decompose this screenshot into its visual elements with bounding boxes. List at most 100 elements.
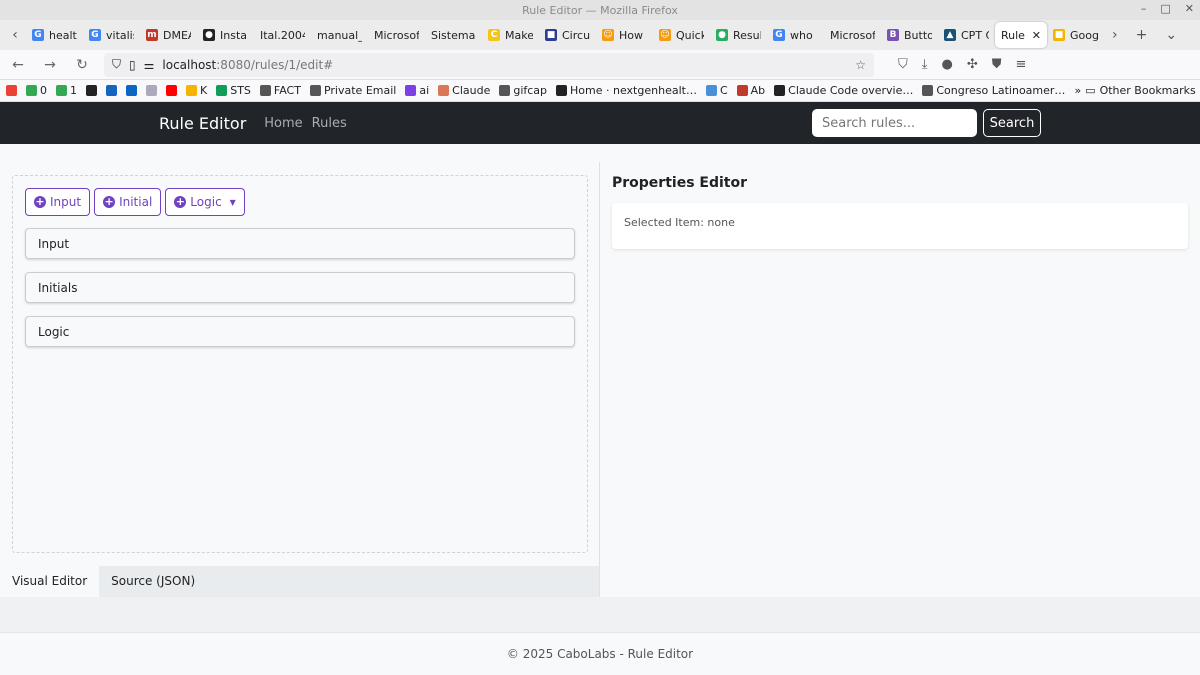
browser-tab[interactable]: ■ Circul bbox=[539, 22, 596, 48]
bookmark-favicon-icon bbox=[126, 85, 137, 96]
browser-tab[interactable]: ● Insta bbox=[197, 22, 254, 48]
chevron-double-right-icon[interactable]: » bbox=[1074, 84, 1081, 97]
bookmark-item[interactable] bbox=[166, 84, 177, 97]
browser-tab[interactable]: ☺ How bbox=[596, 22, 653, 48]
section-initials[interactable]: Initials bbox=[25, 272, 575, 303]
profile-icon[interactable]: ● bbox=[942, 57, 953, 72]
reload-icon[interactable]: ↻ bbox=[72, 57, 92, 73]
bookmark-label: Home · nextgenhealt… bbox=[570, 84, 697, 97]
bookmark-item[interactable] bbox=[6, 84, 17, 97]
brand-link[interactable]: Rule Editor bbox=[159, 114, 246, 133]
new-tab-icon[interactable]: + bbox=[1136, 27, 1148, 43]
back-icon[interactable]: ← bbox=[8, 57, 28, 73]
bookmark-item[interactable] bbox=[106, 84, 117, 97]
list-tabs-icon[interactable]: ⌄ bbox=[1165, 27, 1177, 43]
browser-tab[interactable]: ☺ Quick bbox=[653, 22, 710, 48]
browser-tab-label: Quick bbox=[676, 28, 704, 42]
url-host: localhost bbox=[162, 57, 217, 72]
browser-tab-label: How bbox=[619, 28, 643, 42]
tab-source-json[interactable]: Source (JSON) bbox=[99, 566, 207, 597]
nav-home-link[interactable]: Home bbox=[264, 116, 302, 131]
browser-tab[interactable]: Microsof bbox=[824, 22, 881, 48]
bookmark-label: C bbox=[719, 84, 728, 97]
favicon-icon: G bbox=[773, 29, 785, 41]
browser-tab-label: Goog bbox=[1070, 28, 1098, 42]
close-window-icon[interactable]: ✕ bbox=[1185, 2, 1194, 15]
tab-scroll-right-icon[interactable]: › bbox=[1112, 27, 1118, 43]
search-button[interactable]: Search bbox=[983, 109, 1041, 137]
section-logic[interactable]: Logic bbox=[25, 316, 575, 347]
download-icon[interactable]: ⤓ bbox=[922, 57, 928, 72]
shield-icon[interactable]: ⛉ bbox=[112, 57, 121, 72]
browser-tab[interactable]: Gwho bbox=[767, 22, 824, 48]
visual-editor-panel: + Input + Initial + Logic ▼ Input Initials L… bbox=[0, 162, 600, 597]
extensions-icon[interactable]: ✣ bbox=[967, 57, 978, 72]
bookmark-item[interactable]: Private Email bbox=[309, 84, 396, 97]
browser-tab[interactable]: B Butto bbox=[881, 22, 938, 48]
bookmark-item[interactable]: ai bbox=[405, 84, 429, 97]
bookmark-item[interactable] bbox=[126, 84, 137, 97]
browser-tab[interactable]: C Make bbox=[482, 22, 539, 48]
page-footer: © 2025 CaboLabs - Rule Editor bbox=[0, 632, 1200, 675]
bookmark-label: 0 bbox=[40, 84, 47, 97]
menu-icon[interactable]: ≡ bbox=[1016, 57, 1027, 72]
close-tab-icon[interactable]: ✕ bbox=[1032, 29, 1041, 42]
bookmark-label: gifcap bbox=[513, 84, 548, 97]
bookmark-label: Claude Code overvie… bbox=[788, 84, 914, 97]
bookmark-item[interactable] bbox=[86, 84, 97, 97]
app-navbar: Rule Editor Home Rules Search bbox=[0, 102, 1200, 144]
add-input-button[interactable]: + Input bbox=[25, 188, 91, 216]
window-titlebar: Rule Editor — Mozilla Firefox – □ ✕ bbox=[0, 0, 1200, 20]
bookmark-item[interactable]: Ab bbox=[736, 84, 765, 97]
forward-icon[interactable]: → bbox=[40, 57, 60, 73]
browser-tab[interactable]: ● Resul bbox=[710, 22, 767, 48]
maximize-icon[interactable]: □ bbox=[1160, 2, 1170, 15]
bookmark-label: K bbox=[200, 84, 208, 97]
browser-tab[interactable]: Sistema bbox=[425, 22, 482, 48]
bookmark-item[interactable]: 1 bbox=[56, 84, 77, 97]
bookmark-item[interactable]: gifcap bbox=[499, 84, 547, 97]
minimize-icon[interactable]: – bbox=[1141, 2, 1147, 15]
section-input[interactable]: Input bbox=[25, 228, 575, 259]
browser-tab-active[interactable]: Rule E ✕ bbox=[995, 22, 1047, 48]
bookmark-item[interactable]: STS bbox=[216, 84, 251, 97]
pocket-icon[interactable]: ⛉ bbox=[898, 57, 908, 72]
bookmark-item[interactable]: Congreso Latinoamer… bbox=[922, 84, 1065, 97]
bookmark-item[interactable]: 0 bbox=[26, 84, 47, 97]
bookmark-item[interactable] bbox=[146, 84, 157, 97]
add-logic-dropdown[interactable]: + Logic ▼ bbox=[165, 188, 245, 216]
browser-tab-label: manual_ bbox=[317, 28, 362, 42]
tab-strip-tail: › + ⌄ bbox=[1112, 27, 1177, 43]
plus-circle-icon: + bbox=[174, 195, 187, 208]
bookmark-item[interactable]: Home · nextgenhealt… bbox=[556, 84, 697, 97]
browser-tab[interactable]: Microsof bbox=[368, 22, 425, 48]
browser-tab[interactable]: Ghealt bbox=[26, 22, 83, 48]
other-bookmarks[interactable]: » ▭ Other Bookmarks bbox=[1074, 84, 1195, 97]
main-content: + Input + Initial + Logic ▼ Input Initials L… bbox=[0, 162, 1200, 597]
permissions-icon[interactable]: ⚌ bbox=[144, 58, 155, 72]
browser-tab-strip: ‹ GhealtGvitalismDMEA●InstaItal.2004 manu… bbox=[0, 20, 1200, 50]
browser-tab[interactable]: ■ Goog bbox=[1047, 22, 1104, 48]
ublock-icon[interactable]: ⛊ bbox=[992, 57, 1002, 72]
browser-tab[interactable]: m DMEA bbox=[140, 22, 197, 48]
bookmark-item[interactable]: Claude bbox=[438, 84, 490, 97]
bookmark-item[interactable]: K bbox=[186, 84, 207, 97]
bookmark-favicon-icon bbox=[146, 85, 157, 96]
browser-tab[interactable]: Ital.2004 bbox=[254, 22, 311, 48]
nav-rules-link[interactable]: Rules bbox=[312, 116, 347, 131]
browser-tab[interactable]: manual_ bbox=[311, 22, 368, 48]
tab-scroll-left-icon[interactable]: ‹ bbox=[4, 27, 26, 43]
add-initial-button[interactable]: + Initial bbox=[94, 188, 162, 216]
bookmark-item[interactable]: FACT bbox=[259, 84, 301, 97]
address-bar[interactable]: ⛉ ▯ ⚌ localhost:8080/rules/1/edit# ☆ bbox=[104, 52, 874, 77]
search-input[interactable] bbox=[812, 109, 977, 137]
bookmark-item[interactable]: C bbox=[705, 84, 728, 97]
editor-canvas[interactable]: + Input + Initial + Logic ▼ Input Initials L… bbox=[12, 175, 588, 553]
bookmark-star-icon[interactable]: ☆ bbox=[855, 58, 866, 72]
tab-visual-editor[interactable]: Visual Editor bbox=[0, 566, 100, 597]
browser-tab[interactable]: Gvitalis bbox=[83, 22, 140, 48]
favicon-icon: G bbox=[32, 29, 44, 41]
browser-tab[interactable]: ▲ CPT C bbox=[938, 22, 995, 48]
url-path: :8080/rules/1/edit# bbox=[216, 57, 334, 72]
bookmark-item[interactable]: Claude Code overvie… bbox=[774, 84, 913, 97]
